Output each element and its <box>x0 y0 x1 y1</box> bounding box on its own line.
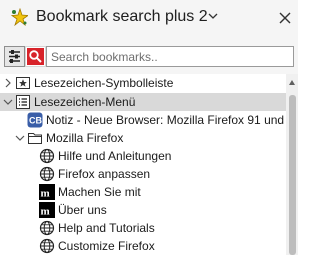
tree-row-mozilla-firefox-folder[interactable]: Mozilla Firefox <box>0 129 298 147</box>
svg-text:m: m <box>41 206 50 218</box>
tree-row-bookmark[interactable]: Hilfe und Anleitungen <box>0 147 298 165</box>
tree-row-lesezeichen-symbolleiste[interactable]: Lesezeichen-Symbolleiste <box>0 74 298 92</box>
tree-row-bookmark[interactable]: Firefox anpassen <box>0 165 298 183</box>
bookmark-tree: Lesezeichen-Symbolleiste Lesezeichen-Men… <box>0 74 298 255</box>
tree-row-label: Lesezeichen-Symbolleiste <box>34 76 174 90</box>
options-button[interactable] <box>4 46 25 67</box>
tree-row-label: Über uns <box>58 203 107 217</box>
tree-row-label: Help and Tutorials <box>58 221 155 235</box>
star-folder-icon <box>16 77 30 89</box>
chevron-down-icon[interactable] <box>208 11 218 21</box>
search-icon <box>27 48 44 65</box>
tree-row-bookmark[interactable]: m Machen Sie mit <box>0 183 298 201</box>
sidebar-title: Bookmark search plus 2 <box>36 8 208 25</box>
search-mode-button[interactable] <box>25 46 46 67</box>
cb-site-icon: CB <box>27 112 43 128</box>
globe-icon <box>39 166 55 182</box>
chevron-down-icon[interactable] <box>15 133 25 143</box>
globe-icon <box>39 148 55 164</box>
svg-text:m: m <box>41 188 50 200</box>
chevron-down-icon[interactable] <box>3 97 13 107</box>
globe-icon <box>39 220 55 236</box>
tree-row-label: Hilfe und Anleitungen <box>58 149 172 163</box>
tree-row-bookmark[interactable]: CB Notiz - Neue Browser: Mozilla Firefox… <box>0 111 298 129</box>
svg-text:CB: CB <box>29 116 42 126</box>
title-bar: Bookmark search plus 2 <box>0 0 298 38</box>
bookmark-menu-icon <box>16 95 30 109</box>
tree-row-bookmark[interactable]: Help and Tutorials <box>0 219 298 237</box>
close-icon[interactable] <box>277 10 293 26</box>
tree-row-label: Notiz - Neue Browser: Mozilla Firefox 91… <box>46 113 295 127</box>
sparkle-star-icon <box>10 8 28 26</box>
tree-row-label: Firefox anpassen <box>58 167 151 181</box>
folder-icon <box>28 133 42 144</box>
scroll-up-arrow-icon[interactable] <box>288 79 296 87</box>
mozilla-m-icon: m <box>39 184 55 200</box>
tree-row-bookmark[interactable]: Customize Firefox <box>0 237 298 255</box>
search-input[interactable] <box>46 46 294 67</box>
chevron-right-icon[interactable] <box>3 78 13 88</box>
globe-icon <box>39 238 55 254</box>
tree-row-lesezeichen-menu[interactable]: Lesezeichen-Menü <box>0 93 298 111</box>
tree-row-label: Lesezeichen-Menü <box>34 95 136 109</box>
tree-row-label: Mozilla Firefox <box>46 131 124 145</box>
tree-row-bookmark[interactable]: m Über uns <box>0 201 298 219</box>
tree-row-label: Customize Firefox <box>58 239 155 253</box>
search-toolbar <box>0 38 298 74</box>
scrollbar-thumb[interactable] <box>289 95 296 255</box>
mozilla-m-icon: m <box>39 202 55 218</box>
tree-row-label: Machen Sie mit <box>58 185 141 199</box>
options-list-icon <box>9 50 20 63</box>
